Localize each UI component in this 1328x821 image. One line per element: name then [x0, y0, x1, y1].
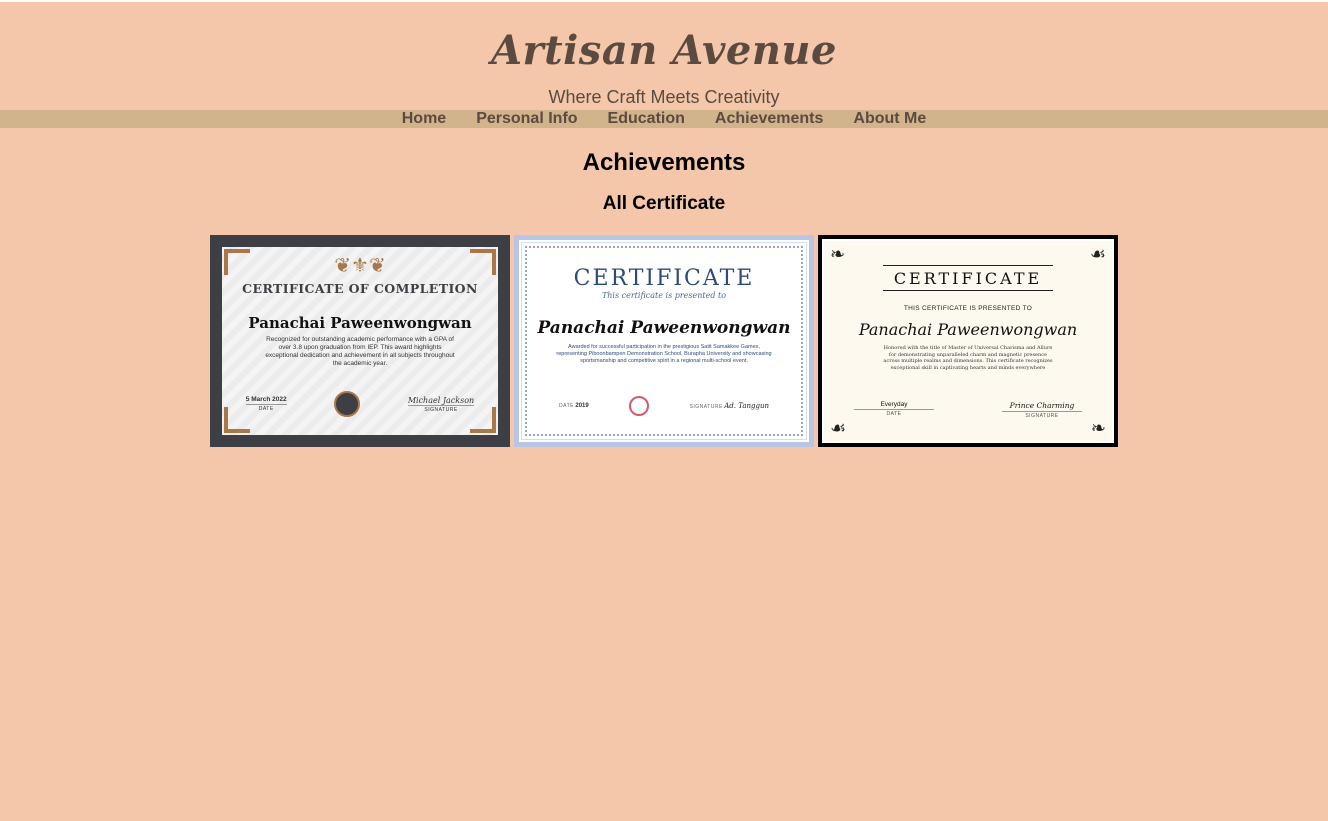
certificate-signature: Michael Jackson	[407, 395, 475, 406]
certificate-title: CERTIFICATE	[883, 265, 1053, 291]
flourish-ornament-icon: ❧	[830, 244, 846, 264]
certificate-signature: Ad. Tanggun	[724, 402, 769, 410]
tagline: Where Craft Meets Creativity	[548, 87, 780, 107]
date-block: Everyday DATE	[854, 401, 934, 419]
nav-link-about-me[interactable]: About Me	[853, 110, 926, 128]
certificate-date: Everyday	[854, 401, 934, 410]
nav-link-education[interactable]: Education	[608, 110, 685, 128]
fleur-de-lis-emblem-icon: ❦⚜❦	[334, 255, 386, 277]
lotus-seal-icon	[629, 396, 650, 416]
certificate-paper: ❦⚜❦ CERTIFICATE OF COMPLETION Panachai P…	[222, 247, 498, 435]
nav-link-personal-info[interactable]: Personal Info	[476, 110, 577, 128]
certificate-date: 2019	[575, 403, 589, 409]
certificate-recipient: Panachai Paweenwongwan	[537, 318, 791, 338]
signature-label: SIGNATURE	[424, 406, 458, 413]
certificate-signature: Prince Charming	[1002, 401, 1082, 412]
certificate-date: 5 March 2022	[245, 396, 287, 405]
certificate-subtitle: THIS CERTIFICATE IS PRESENTED TO	[903, 305, 1033, 312]
page-heading: Achievements	[582, 149, 746, 176]
certificate-subtitle: This certificate is presented to	[601, 291, 727, 300]
site-title: Artisan Avenue	[491, 27, 837, 74]
certificate-description: Awarded for successful participation in …	[556, 344, 772, 364]
certificate-gallery: ❦⚜❦ CERTIFICATE OF COMPLETION Panachai P…	[0, 235, 1328, 447]
certificate-image-charisma[interactable]: ❧ ☙ ☙ ❧ CERTIFICATE THIS CERTIFICATE IS …	[818, 235, 1118, 447]
site-header: Artisan Avenue Where Craft Meets Creativ…	[0, 2, 1328, 108]
certificate-title: CERTIFICATE OF COMPLETION	[242, 281, 478, 296]
certificate-description: Recognized for outstanding academic perf…	[265, 336, 455, 367]
certificate-footer: 5 March 2022 DATE Michael Jackson SIGNAT…	[222, 391, 498, 417]
certificate-footer: DATE 2019 SIGNATURE Ad. Tanggun	[559, 396, 769, 416]
corner-ornament	[470, 249, 496, 275]
signature-block: Prince Charming SIGNATURE	[1002, 401, 1082, 419]
flourish-ornament-icon: ❧	[1090, 418, 1106, 438]
certificate-image-games[interactable]: CERTIFICATE This certificate is presente…	[514, 235, 814, 447]
certificate-description: Honored with the title of Master of Univ…	[883, 345, 1053, 371]
corner-ornament	[224, 249, 250, 275]
date-block: DATE 2019	[559, 403, 589, 409]
date-block: 5 March 2022 DATE	[245, 396, 287, 412]
certificate-recipient: Panachai Paweenwongwan	[858, 320, 1078, 339]
main-nav: Home Personal Info Education Achievement…	[0, 110, 1328, 128]
seal-icon	[334, 391, 361, 417]
flourish-ornament-icon: ☙	[830, 418, 847, 438]
section-heading: All Certificate	[602, 193, 726, 214]
nav-link-home[interactable]: Home	[402, 110, 446, 128]
certificate-footer: Everyday DATE Prince Charming SIGNATURE	[854, 401, 1082, 419]
certificate-image-completion[interactable]: ❦⚜❦ CERTIFICATE OF COMPLETION Panachai P…	[210, 235, 510, 447]
main-content: Achievements All Certificate ❦⚜❦ CERTIFI…	[0, 128, 1328, 447]
certificate-title: CERTIFICATE	[573, 266, 755, 291]
date-label: DATE	[886, 411, 902, 417]
signature-block: Michael Jackson SIGNATURE	[407, 395, 475, 413]
signature-label: SIGNATURE	[689, 404, 723, 410]
signature-label: SIGNATURE	[1025, 413, 1059, 419]
date-label: DATE	[258, 406, 274, 412]
flourish-ornament-icon: ☙	[1089, 244, 1106, 264]
certificate-recipient: Panachai Paweenwongwan	[248, 314, 472, 332]
certificate-paper: ❧ ☙ ☙ ❧ CERTIFICATE THIS CERTIFICATE IS …	[822, 239, 1114, 443]
date-label: DATE	[559, 403, 574, 409]
nav-link-achievements[interactable]: Achievements	[715, 110, 824, 128]
signature-block: SIGNATURE Ad. Tanggun	[690, 402, 769, 410]
